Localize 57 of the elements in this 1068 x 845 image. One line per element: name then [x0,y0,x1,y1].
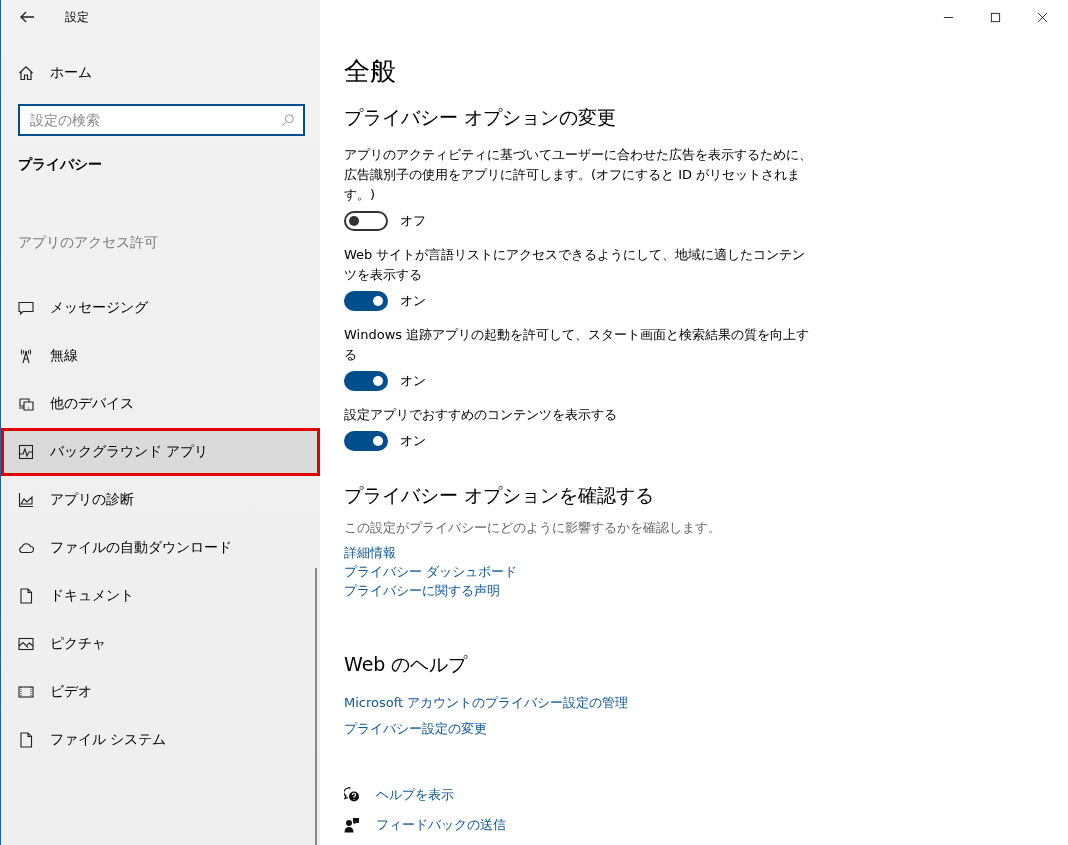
film-icon [18,684,34,700]
section-description: この設定がプライバシーにどのように影響するかを確認します。 [344,519,722,537]
sidebar-item[interactable]: ピクチャ [1,620,320,668]
speech-bubble-icon [18,300,34,316]
sidebar-item[interactable]: 無線 [1,332,320,380]
scrollbar[interactable] [315,568,317,845]
sidebar-item[interactable]: アプリの診断 [1,476,320,524]
section-label: アプリのアクセス許可 [17,234,159,252]
document-icon [18,732,34,748]
sidebar-item[interactable]: メッセージング [1,284,320,332]
sidebar-item[interactable]: ビデオ [1,668,320,716]
toggle-label: オフ [400,212,426,230]
link[interactable]: プライバシー設定の変更 [344,720,487,738]
chart-icon [18,492,34,508]
help-icon [344,787,360,803]
document-icon [18,588,34,604]
antenna-icon [18,348,34,364]
sidebar-item[interactable]: バックグラウンド アプリ [1,428,320,476]
close-icon[interactable] [1037,12,1048,23]
sidebar-item[interactable]: ファイル システム [1,716,320,764]
category-heading: プライバシー [17,156,103,174]
cloud-icon [18,540,34,556]
search-field[interactable]: 設定の検索 [18,104,305,136]
link[interactable]: プライバシー ダッシュボード [344,562,518,581]
toggle-label: オン [400,372,426,390]
search-icon [281,113,295,127]
toggle-label: オン [400,292,426,310]
picture-icon [18,636,34,652]
toggle-label: オン [400,432,426,450]
home-icon [18,65,34,81]
back-icon[interactable] [19,9,35,25]
link[interactable]: フィードバックの送信 [376,816,506,834]
devices-icon [18,396,34,412]
link[interactable]: 詳細情報 [344,543,396,562]
link[interactable]: Microsoft アカウントのプライバシー設定の管理 [344,694,629,712]
maximize-icon[interactable] [990,12,1001,23]
toggle-switch[interactable] [344,211,388,231]
setting-description: アプリのアクティビティに基づいてユーザーに合わせた広告を表示するために、広告識別子の使用をアプリに許可します。(オフにすると ID がリセットされます。) [344,146,813,204]
window-title: 設定 [65,8,89,26]
sidebar-item[interactable]: ドキュメント [1,572,320,620]
setting-description: Windows 追跡アプリの起動を許可して、スタート画面と検索結果の質を向上する [344,326,811,364]
toggle-switch[interactable] [344,291,388,311]
page-title: 全般 [344,55,397,88]
link[interactable]: ヘルプを表示 [376,786,454,804]
setting-description: Web サイトが言語リストにアクセスできるようにして、地域に適したコンテンツを表示する [344,246,807,284]
setting-description: 設定アプリでおすすめのコンテンツを表示する [344,406,618,424]
activity-icon [18,444,34,460]
home-link[interactable]: ホーム [1,56,320,90]
feedback-icon [344,817,360,833]
section-heading: プライバシー オプションを確認する [344,483,656,508]
sidebar-item[interactable]: 他のデバイス [1,380,320,428]
section-heading: プライバシー オプションの変更 [344,105,618,130]
section-heading: Web のヘルプ [344,652,469,677]
toggle-switch[interactable] [344,431,388,451]
sidebar-item[interactable]: ファイルの自動ダウンロード [1,524,320,572]
link[interactable]: プライバシーに関する声明 [344,581,500,600]
toggle-switch[interactable] [344,371,388,391]
